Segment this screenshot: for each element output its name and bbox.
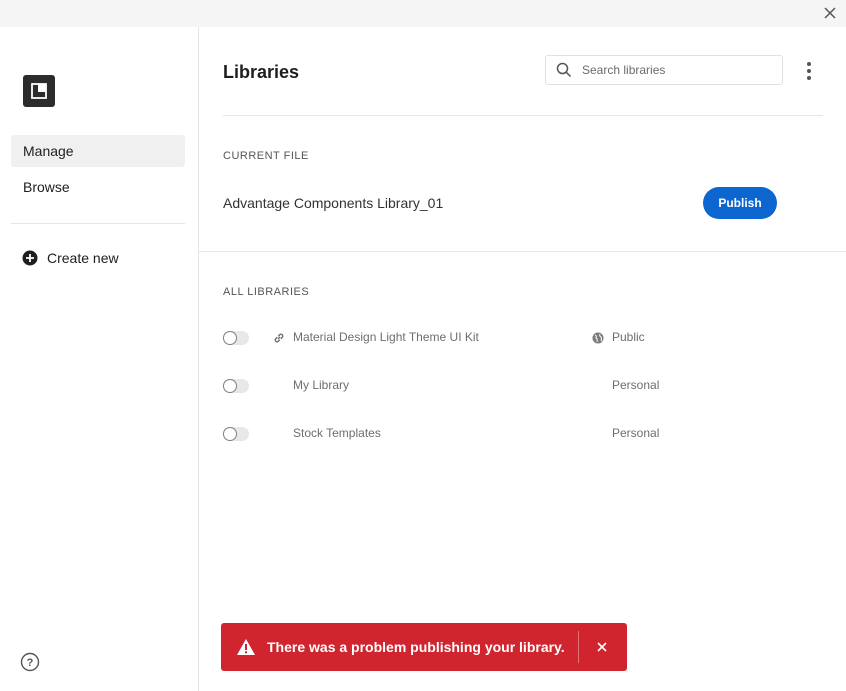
- sidebar-item-browse[interactable]: Browse: [11, 171, 185, 203]
- search-box[interactable]: [545, 55, 783, 85]
- more-vertical-icon: [807, 62, 811, 66]
- header-divider: [223, 115, 823, 116]
- svg-text:?: ?: [27, 657, 34, 669]
- library-type: Personal: [612, 378, 660, 392]
- library-name: My Library: [293, 378, 350, 392]
- toast-close-button[interactable]: [593, 638, 611, 656]
- page-title: Libraries: [223, 62, 300, 82]
- search-icon: [556, 62, 572, 78]
- library-row: Stock Templates Personal: [223, 422, 823, 446]
- sidebar-item-label: Manage: [23, 143, 74, 159]
- library-logo-icon: [23, 75, 55, 107]
- help-icon: ?: [20, 652, 40, 672]
- more-options-button[interactable]: [799, 60, 819, 82]
- library-toggle[interactable]: [223, 427, 249, 441]
- current-file-heading: CURRENT FILE: [223, 150, 309, 162]
- sidebar-item-label: Browse: [23, 179, 70, 195]
- error-toast: There was a problem publishing your libr…: [221, 623, 627, 671]
- library-type: Personal: [612, 426, 660, 440]
- library-name: Stock Templates: [293, 426, 381, 440]
- link-icon: [274, 333, 284, 343]
- globe-icon: [592, 332, 604, 344]
- create-new-label: Create new: [47, 250, 119, 266]
- create-new-button[interactable]: Create new: [22, 246, 119, 270]
- main-panel: Libraries CURRENT FILE Advantage Compone…: [199, 27, 846, 691]
- sidebar: Manage Browse Create new ?: [0, 27, 199, 691]
- library-row: My Library Personal: [223, 374, 823, 398]
- alert-triangle-icon: [237, 639, 255, 655]
- all-libraries-heading: ALL LIBRARIES: [223, 286, 310, 298]
- section-divider: [199, 251, 846, 252]
- title-bar: [0, 0, 846, 27]
- toast-divider: [578, 631, 579, 663]
- toast-message: There was a problem publishing your libr…: [267, 639, 565, 655]
- close-icon: [597, 642, 607, 652]
- library-toggle[interactable]: [223, 331, 249, 345]
- current-file-name: Advantage Components Library_01: [223, 195, 444, 211]
- plus-circle-icon: [22, 250, 38, 266]
- close-icon: [824, 7, 836, 19]
- library-name: Material Design Light Theme UI Kit: [293, 330, 479, 344]
- search-input[interactable]: [580, 62, 774, 78]
- help-button[interactable]: ?: [20, 652, 40, 672]
- sidebar-item-manage[interactable]: Manage: [11, 135, 185, 167]
- library-row: Material Design Light Theme UI Kit Publi…: [223, 326, 823, 350]
- sidebar-divider: [11, 223, 185, 224]
- publish-button[interactable]: Publish: [703, 187, 777, 219]
- library-toggle[interactable]: [223, 379, 249, 393]
- window-close-button[interactable]: [820, 3, 840, 23]
- library-type: Public: [612, 330, 645, 344]
